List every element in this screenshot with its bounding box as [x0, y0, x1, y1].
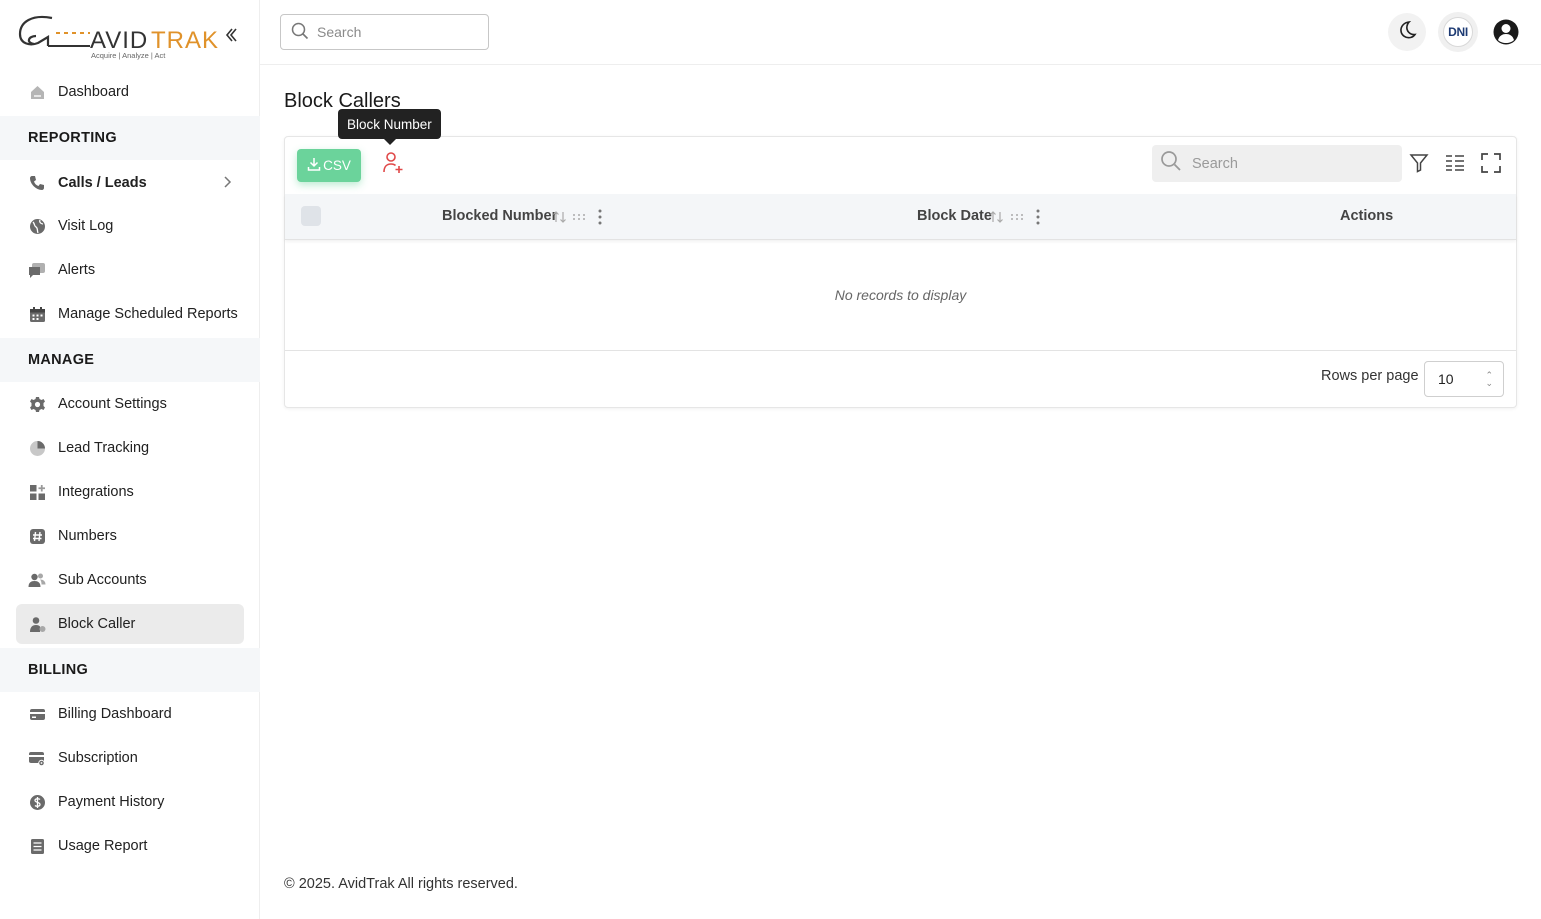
svg-text:TRAK: TRAK: [151, 27, 218, 54]
sidebar-item-label: Sub Accounts: [58, 572, 147, 588]
pie-icon: [28, 439, 46, 457]
list-icon: [28, 837, 46, 855]
column-menu-icon[interactable]: [1036, 208, 1040, 226]
block-number-tooltip: Block Number: [338, 109, 441, 145]
avidtrak-logo[interactable]: AVID TRAK Acquire | Analyze | Act: [18, 10, 218, 62]
sidebar: AVID TRAK Acquire | Analyze | Act Dashbo…: [0, 0, 260, 919]
card-gear-icon: [28, 749, 46, 767]
drag-handle-icon[interactable]: [1010, 208, 1024, 226]
hash-icon: [28, 527, 46, 545]
block-callers-table-card: CSV Blocked Number Block Date Actions No…: [284, 136, 1517, 408]
user-plus-icon: [382, 151, 404, 180]
sort-icon[interactable]: [989, 208, 1005, 226]
card-icon: [28, 705, 46, 723]
users-icon: [28, 571, 46, 589]
column-header-blocked-number[interactable]: Blocked Number: [442, 208, 557, 224]
search-icon: [1160, 150, 1182, 177]
dni-button[interactable]: DNI: [1438, 12, 1478, 52]
home-icon: [28, 83, 46, 101]
global-search[interactable]: [280, 14, 489, 50]
table-search[interactable]: [1152, 145, 1402, 182]
sidebar-item-numbers[interactable]: Numbers: [16, 516, 244, 556]
section-reporting: REPORTING: [0, 116, 260, 160]
sidebar-item-usage-report[interactable]: Usage Report: [16, 826, 244, 866]
sidebar-item-calls-leads[interactable]: Calls / Leads: [16, 163, 244, 203]
sidebar-item-label: Calls / Leads: [58, 175, 147, 191]
search-icon: [291, 22, 309, 43]
csv-label: CSV: [323, 158, 351, 173]
moon-icon: [1397, 20, 1417, 45]
select-all-checkbox[interactable]: [301, 206, 321, 226]
sidebar-item-integrations[interactable]: Integrations: [16, 472, 244, 512]
sidebar-item-label: Payment History: [58, 794, 165, 810]
sidebar-item-label: Lead Tracking: [58, 440, 150, 456]
columns-icon[interactable]: [1443, 151, 1467, 175]
sidebar-item-label: Integrations: [58, 484, 134, 500]
chevron-right-icon: [222, 175, 232, 193]
sidebar-item-label: Visit Log: [58, 218, 114, 234]
fullscreen-icon[interactable]: [1479, 151, 1503, 175]
empty-state-message: No records to display: [285, 240, 1516, 351]
column-menu-icon[interactable]: [598, 208, 602, 226]
sidebar-item-label: Manage Scheduled Reports: [58, 306, 238, 322]
table-search-input[interactable]: [1192, 155, 1392, 172]
sidebar-item-visit-log[interactable]: Visit Log: [16, 206, 244, 246]
svg-text:AVID: AVID: [90, 27, 148, 54]
user-avatar-icon: [1492, 19, 1520, 50]
sidebar-item-dashboard[interactable]: Dashboard: [16, 72, 244, 112]
sidebar-item-subscription[interactable]: Subscription: [16, 738, 244, 778]
filter-icon[interactable]: [1407, 151, 1431, 175]
sidebar-item-lead-tracking[interactable]: Lead Tracking: [16, 428, 244, 468]
block-number-button[interactable]: [379, 151, 407, 179]
global-search-input[interactable]: [317, 24, 477, 40]
footer-copyright: © 2025. AvidTrak All rights reserved.: [284, 876, 518, 892]
export-csv-button[interactable]: CSV: [297, 149, 361, 182]
dni-badge: DNI: [1443, 17, 1473, 47]
section-billing: BILLING: [0, 648, 260, 692]
rows-per-page-select[interactable]: 10 ⌃ ⌄: [1424, 361, 1504, 397]
sort-icon[interactable]: [552, 208, 568, 226]
dollar-icon: [28, 793, 46, 811]
download-icon: [307, 157, 323, 174]
globe-icon: [28, 217, 46, 235]
column-header-actions: Actions: [1340, 208, 1394, 224]
sidebar-item-alerts[interactable]: Alerts: [16, 250, 244, 290]
chat-icon: [28, 261, 46, 279]
rows-per-page-label: Rows per page: [1321, 368, 1419, 384]
section-manage: MANAGE: [0, 338, 260, 382]
rows-per-page-value: 10: [1438, 371, 1454, 387]
select-arrows-icon: ⌃ ⌄: [1485, 370, 1493, 388]
sidebar-item-block-caller[interactable]: Block Caller: [16, 604, 244, 644]
sidebar-item-label: Account Settings: [58, 396, 167, 412]
svg-text:Acquire | Analyze | Ac: Acquire | Analyze | Act: [91, 51, 166, 60]
sidebar-item-label: Alerts: [58, 262, 96, 278]
sidebar-item-label: Dashboard: [58, 84, 129, 100]
grid-plus-icon: [28, 483, 46, 501]
topbar: DNI: [260, 0, 1541, 65]
user-profile-button[interactable]: [1492, 18, 1520, 46]
dark-mode-toggle[interactable]: [1388, 13, 1426, 51]
sidebar-item-sub-accounts[interactable]: Sub Accounts: [16, 560, 244, 600]
sidebar-item-label: Usage Report: [58, 838, 148, 854]
sidebar-item-label: Numbers: [58, 528, 117, 544]
user-block-icon: [28, 615, 46, 633]
table-header: Blocked Number Block Date Actions: [285, 194, 1516, 240]
column-header-block-date[interactable]: Block Date: [917, 208, 992, 224]
sidebar-item-billing-dashboard[interactable]: Billing Dashboard: [16, 694, 244, 734]
phone-icon: [28, 174, 46, 192]
sidebar-item-payment-history[interactable]: Payment History: [16, 782, 244, 822]
drag-handle-icon[interactable]: [572, 208, 586, 226]
calendar-icon: [28, 305, 46, 323]
collapse-sidebar-icon[interactable]: [224, 26, 242, 48]
sidebar-item-scheduled-reports[interactable]: Manage Scheduled Reports: [16, 294, 244, 334]
sidebar-item-account-settings[interactable]: Account Settings: [16, 384, 244, 424]
gear-icon: [28, 395, 46, 413]
sidebar-item-label: Block Caller: [58, 616, 136, 632]
sidebar-item-label: Billing Dashboard: [58, 706, 172, 722]
sidebar-item-label: Subscription: [58, 750, 138, 766]
